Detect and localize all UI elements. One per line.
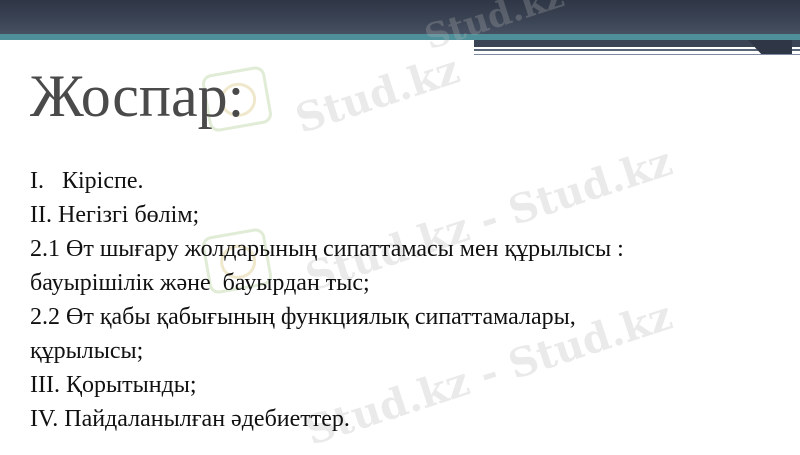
header-bar [0,0,800,34]
outline-list: I. Кіріспе. II. Негізгі бөлім; 2.1 Өт шы… [30,164,624,436]
watermark-text: Stud.kz [290,45,466,143]
outline-item: I. Кіріспе. [30,168,144,194]
outline-item: құрылысы; [30,338,144,364]
outline-item: бауырішілік және бауырдан тыс; [30,270,370,296]
outline-item: 2.1 Өт шығару жолдарының сипаттамасы мен… [30,236,624,262]
outline-item: II. Негізгі бөлім; [30,202,200,228]
outline-item: 2.2 Өт қабы қабығының функциялық сипатта… [30,304,576,330]
header-tab [748,40,792,54]
outline-item: III. Қорытынды; [30,372,197,398]
header-thin-stripe [474,49,800,51]
header-thin-stripe-2 [474,54,800,55]
outline-item: IV. Пайдаланылған әдебиеттер. [30,406,350,432]
slide-title: Жоспар: [30,63,245,129]
